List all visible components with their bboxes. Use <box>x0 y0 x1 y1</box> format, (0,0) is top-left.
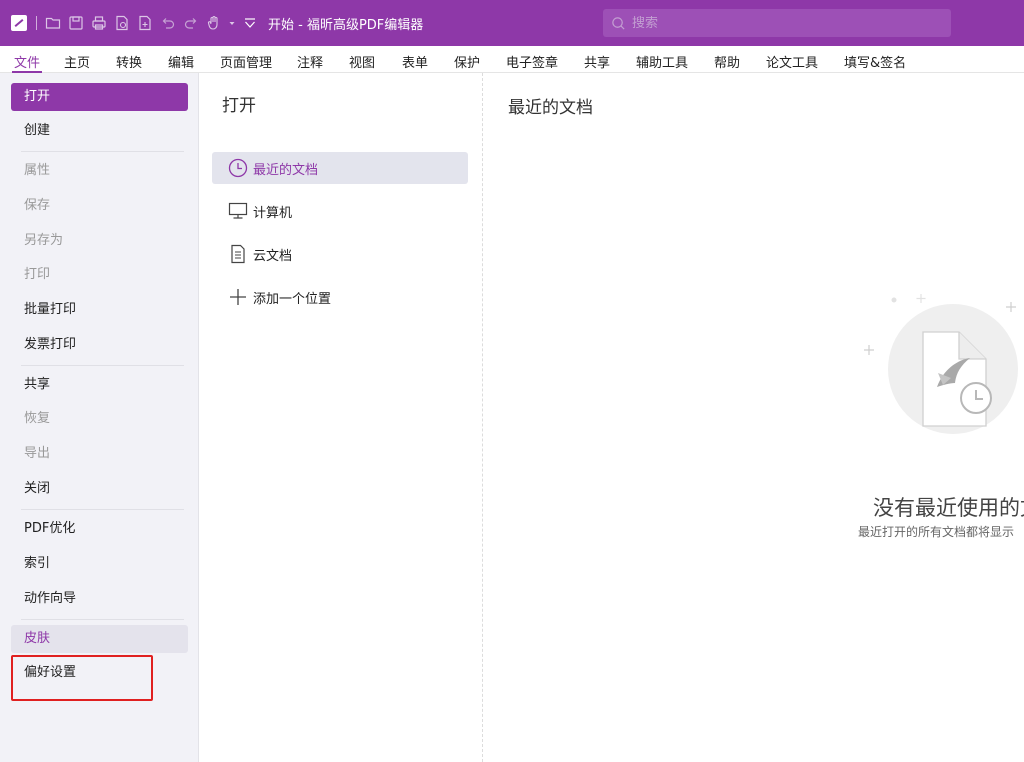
menu-e-signature[interactable]: 电子签章 <box>506 52 558 71</box>
sidebar-item-save-as[interactable]: 另存为 <box>11 227 188 255</box>
pdf-create-icon[interactable] <box>114 15 130 31</box>
panel-title: 打开 <box>222 96 256 116</box>
recent-documents-view: 最近的文档 没有最近使用的文 最近打开的所有文档都将显示 <box>484 73 1024 762</box>
search-icon <box>612 16 625 30</box>
hand-tool-icon[interactable] <box>206 15 222 31</box>
title-bar: 开始 - 福昕高级PDF编辑器 <box>0 0 1024 46</box>
open-locations-panel: 打开 最近的文档 计算机 云文档 添加一个位置 <box>199 73 483 762</box>
sidebar-item-pdf-optimize[interactable]: PDF优化 <box>11 515 188 543</box>
divider <box>21 509 184 510</box>
sidebar-item-index[interactable]: 索引 <box>11 550 188 578</box>
menu-view[interactable]: 视图 <box>349 52 375 71</box>
location-label: 最近的文档 <box>253 162 319 178</box>
search-box[interactable] <box>603 9 951 37</box>
save-icon[interactable] <box>68 15 84 31</box>
menu-edit[interactable]: 编辑 <box>168 52 194 71</box>
sidebar-item-close[interactable]: 关闭 <box>11 475 188 503</box>
sidebar-item-export[interactable]: 导出 <box>11 440 188 468</box>
sidebar-item-batch-print[interactable]: 批量打印 <box>11 296 188 324</box>
recent-documents-title: 最近的文档 <box>508 98 593 118</box>
menu-protect[interactable]: 保护 <box>454 52 480 71</box>
menu-help[interactable]: 帮助 <box>714 52 740 71</box>
customize-dropdown-icon[interactable] <box>242 15 258 31</box>
location-cloud-documents[interactable]: 云文档 <box>212 238 468 270</box>
menu-bar: 文件 主页 转换 编辑 页面管理 注释 视图 表单 保护 电子签章 共享 辅助工… <box>0 46 1024 73</box>
open-folder-icon[interactable] <box>45 15 61 31</box>
menu-share[interactable]: 共享 <box>584 52 610 71</box>
new-file-icon[interactable] <box>137 15 153 31</box>
quick-access-toolbar <box>45 15 258 31</box>
divider <box>21 365 184 366</box>
sidebar-item-properties[interactable]: 属性 <box>11 157 188 185</box>
empty-state-subtitle: 最近打开的所有文档都将显示 <box>858 525 1015 539</box>
app-logo-icon <box>11 15 27 31</box>
sidebar-item-create[interactable]: 创建 <box>11 117 188 145</box>
sidebar-item-skin[interactable]: 皮肤 <box>11 625 188 653</box>
location-label: 计算机 <box>253 205 293 221</box>
sidebar-item-open[interactable]: 打开 <box>11 83 188 111</box>
divider <box>21 151 184 152</box>
divider <box>21 619 184 620</box>
location-computer[interactable]: 计算机 <box>212 195 468 227</box>
menu-convert[interactable]: 转换 <box>116 52 142 71</box>
sidebar-item-save[interactable]: 保存 <box>11 192 188 220</box>
undo-icon[interactable] <box>160 15 176 31</box>
menu-home[interactable]: 主页 <box>64 52 90 71</box>
sidebar-item-recover[interactable]: 恢复 <box>11 405 188 433</box>
file-sidebar: 打开 创建 属性 保存 另存为 打印 批量打印 发票打印 共享 恢复 导出 关闭… <box>0 73 199 762</box>
menu-comment[interactable]: 注释 <box>297 52 323 71</box>
separator <box>36 16 37 30</box>
location-recent-documents[interactable]: 最近的文档 <box>212 152 468 184</box>
search-input[interactable] <box>632 15 932 31</box>
menu-page-organize[interactable]: 页面管理 <box>220 52 272 71</box>
empty-state-title: 没有最近使用的文 <box>873 496 1024 520</box>
sidebar-item-print[interactable]: 打印 <box>11 261 188 289</box>
hand-tool-dropdown-icon[interactable] <box>229 15 235 31</box>
redo-icon[interactable] <box>183 15 199 31</box>
location-label: 添加一个位置 <box>253 291 332 307</box>
add-location-icon <box>230 289 246 305</box>
location-add-place[interactable]: 添加一个位置 <box>212 281 468 313</box>
menu-accessibility[interactable]: 辅助工具 <box>636 52 688 71</box>
menu-form[interactable]: 表单 <box>402 52 428 71</box>
empty-recent-illustration <box>864 294 1018 434</box>
sidebar-item-share[interactable]: 共享 <box>11 371 188 399</box>
menu-thesis-tools[interactable]: 论文工具 <box>766 52 818 71</box>
computer-icon <box>228 202 248 219</box>
menu-fill-sign[interactable]: 填写&签名 <box>844 52 906 71</box>
cloud-document-icon <box>231 244 245 264</box>
sidebar-item-action-wizard[interactable]: 动作向导 <box>11 585 188 613</box>
sidebar-item-invoice-print[interactable]: 发票打印 <box>11 331 188 359</box>
print-icon[interactable] <box>91 15 107 31</box>
highlight-box <box>11 655 153 701</box>
window-title: 开始 - 福昕高级PDF编辑器 <box>268 17 424 33</box>
clock-icon <box>228 158 248 178</box>
location-label: 云文档 <box>253 248 293 264</box>
menu-file[interactable]: 文件 <box>11 52 43 73</box>
